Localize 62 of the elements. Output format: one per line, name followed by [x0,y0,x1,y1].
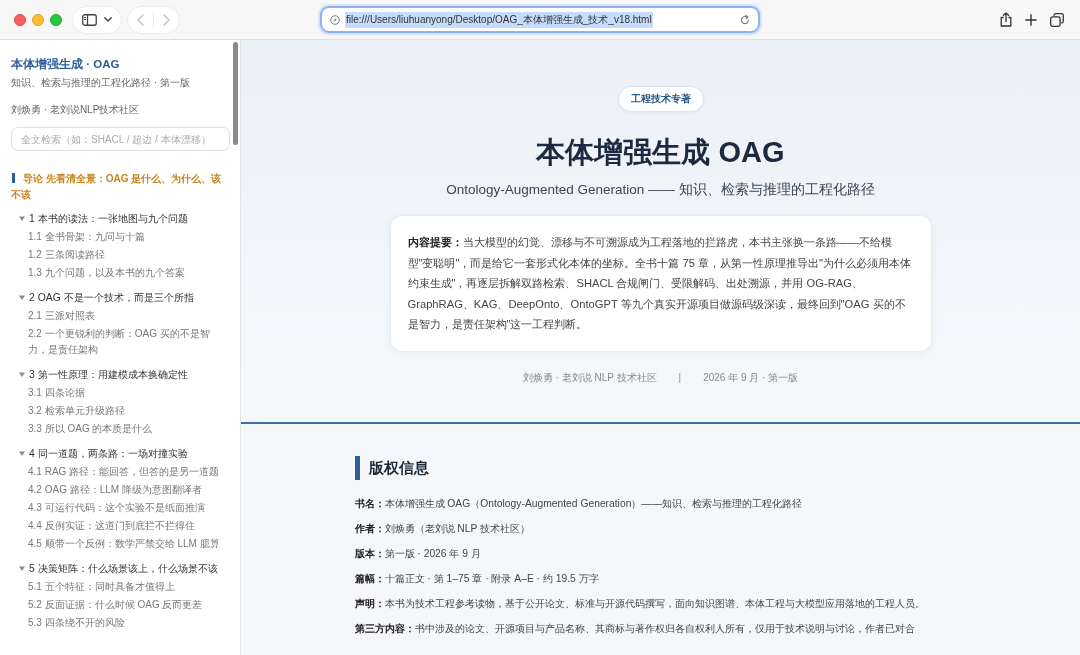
close-button[interactable] [14,13,26,26]
toc-section-link[interactable]: 4.4 反例实证：这道门到底拦不拦得住 [11,517,228,535]
minimize-button[interactable] [32,13,44,26]
toc-section-link[interactable]: 5.2 反面证据：什么时候 OAG 反而更差 [11,596,228,614]
toc-section-link[interactable]: 4.1 RAG 路径：能回答，但答的是另一道题 [11,463,228,481]
copyright-entry: 书名：本体增强生成 OAG（Ontology-Augmented Generation）——知识、检索与推理的工程化路径 [354,496,803,511]
toc-section-link[interactable]: 5.1 五个特征：同时具备才值得上 [11,578,228,596]
toc-chapter-link[interactable]: 5 决策矩阵：什么场景该上，什么场景不该 [29,560,218,578]
sidebar-icon [82,13,97,26]
search-field[interactable]: 全文检索（如：SHACL / 超边 / 本体漂移） [11,127,230,151]
caret-icon[interactable] [19,295,25,301]
toc-chapter-link[interactable]: 1 本书的读法：一张地图与九个问题 [29,210,188,228]
copyright-entry: 版本：第一版 · 2026 年 9 月 [354,546,482,561]
caret-icon[interactable] [19,566,25,572]
toc-section-link[interactable]: 4.2 OAG 路径：LLM 降级为意图翻译者 [11,481,228,499]
category-badge: 工程技术专著 [617,86,704,112]
chevron-right-icon [163,13,170,26]
toc-section-link[interactable]: 3.2 检索单元升级路径 [11,402,228,420]
chevron-down-icon [104,17,112,22]
book-title: 本体增强生成 OAG [536,135,785,170]
toc-section-link[interactable]: 2.2 一个更锐利的判断：OAG 买的不是智力，是责任架构 [11,325,228,359]
toc-section-link[interactable]: 3.3 所以 OAG 的本质是什么 [11,420,228,438]
toc-section-link[interactable]: 4.5 顺带一个反例：数学严禁交给 LLM 臆算 [11,535,228,553]
meta-text: | [678,370,682,385]
toc-section-link[interactable]: 1.1 全书骨架：九问与十篇 [11,228,228,246]
toc-chapter-link[interactable]: 3 第一性原理：用建模成本换确定性 [29,366,188,384]
new-tab-icon[interactable] [1025,13,1037,26]
sidebar-title: 本体增强生成 · OAG [11,57,121,72]
sidebar-toggle-button[interactable] [72,5,122,34]
copyright-entry: 声明：本书为技术工程参考读物，基于公开论文、标准与开源代码撰写，面向知识图谱、本体工程与大模型应用落地的工程人员。 [354,596,926,611]
toc-section-link[interactable]: 5.3 四条绕不开的风险 [11,614,228,632]
toc-part-link[interactable]: 导论 先看清全景：OAG 是什么、为什么、该不该 [11,171,228,203]
toc-section-link[interactable]: 2.1 三派对照表 [11,307,228,325]
toc-section-link[interactable]: 1.3 九个问题，以及本书的九个答案 [11,264,228,282]
meta-text: 刘焕勇 · 老刘说 NLP 技术社区 [522,370,657,385]
caret-icon[interactable] [19,216,25,222]
book-subtitle: Ontology-Augmented Generation —— 知识、检索与推理的工程化路径 [446,181,875,199]
copyright-entry: 篇幅：十篇正文 · 第 1–75 章 · 附录 A–E · 约 19.5 万字 [354,571,600,586]
compass-icon [330,14,340,25]
chevron-left-icon [137,13,144,26]
abstract-text: 内容提要：当大模型的幻觉、漂移与不可溯源成为工程落地的拦路虎，本书主张换一条路——不给模型"变聪明"，而是给它一套形式化本体的坐标。全书十篇 75 章，从第一性原理推导出"为什么必须用本体约束生成"，再逐层拆解双路检索、SHACL 合规闸门、受限解码、出处溯源，并用 OG-RAG、GraphRAG、KAG、DeepOnto、OntoGPT 等九个真实开源项目做源码级深读，最终回到"OAG 买的不是智力，是责任架构"这一工程判断。 [407,235,913,332]
caret-icon[interactable] [19,451,25,457]
zoom-button[interactable] [50,13,62,26]
caret-icon[interactable] [19,372,25,378]
toc-chapter-link[interactable]: 2 OAG 不是一个技术，而是三个所指 [29,289,194,307]
section-heading: 版权信息 [354,455,967,480]
marker-icon [12,173,15,183]
tab-overview-icon[interactable] [1050,12,1064,27]
copyright-entry: 第三方内容：书中涉及的论文、开源项目与产品名称、其商标与著作权归各自权利人所有，仅用于技术说明与讨论，作者已对合 [354,621,916,636]
toc-section-link[interactable]: 4.3 可运行代码：这个实验不是纸面推演 [11,499,228,517]
scrollbar-thumb[interactable] [233,42,238,145]
address-bar[interactable]: file:///Users/liuhuanyong/Desktop/OAG_本体增强生成_技术_v18.html [320,6,760,33]
copyright-entry: 作者：刘焕勇（老刘说 NLP 技术社区） [354,521,532,536]
sidebar-subtitle: 知识、检索与推理的工程化路径 · 第一版 [11,76,191,90]
reload-icon[interactable] [740,14,750,25]
share-icon[interactable] [1000,12,1012,27]
meta-text: 2026 年 9 月 · 第一版 [703,370,799,385]
author-text: 刘焕勇 · 老刘说NLP技术社区 [11,103,141,117]
url-text[interactable]: file:///Users/liuhuanyong/Desktop/OAG_本体增强生成_技术_v18.html [345,11,653,28]
toc-section-link[interactable]: 3.1 四条论据 [11,384,228,402]
toc-section-link[interactable]: 1.2 三条阅读路径 [11,246,228,264]
toc-chapter-link[interactable]: 4 同一道题，两条路：一场对撞实验 [29,445,188,463]
